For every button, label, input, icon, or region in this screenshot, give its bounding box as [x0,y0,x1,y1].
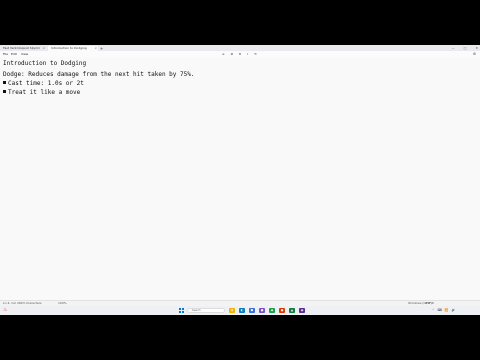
desktop-screen: Fast Ventriloquist Skyrim × Introduction… [0,45,480,315]
start-windows-icon[interactable] [179,308,184,313]
undo-icon[interactable]: ⟲ [254,51,257,57]
heading-icon[interactable]: ≣ [231,51,234,57]
menu-file[interactable]: File [3,51,8,57]
edge-icon[interactable]: ◐ [239,308,245,313]
document-body-line: Dodge: Reduces damage from the next hit … [3,71,195,78]
system-tray: ⌃ ⌨ 📶 🔊 [432,307,455,314]
bullet-dot-icon [3,90,6,93]
menu-edit[interactable]: Edit [11,51,17,57]
tray-overflow-icon[interactable]: ⌃ [432,307,435,314]
menu-bar: File Edit View ≡ ≣ B I ⟲ ⚙ [0,51,480,57]
volume-icon[interactable]: 🔊 [452,307,456,314]
app-icon-6[interactable]: ● [279,308,285,313]
tab-label: Fast Ventriloquist Skyrim [3,46,41,50]
keyboard-icon[interactable]: ⌨ [438,307,442,314]
app-icon-5[interactable]: ◆ [269,308,275,313]
taskbar-apps: ▮ ◐ ◼ ● ◆ ● ▲ ◉ [229,308,305,313]
bullet-text: Cast time: 1.0s or 2t [8,80,84,87]
list-icon[interactable]: ≡ [222,51,225,57]
bullet-text: Treat it like a move [8,89,81,96]
taskbar: ♨ Search ▮ ◐ ◼ ● ◆ ● ▲ ◉ ⌃ ⌨ 📶 🔊 [0,306,480,315]
italic-icon[interactable]: I [247,51,248,57]
format-toolbar: ≡ ≣ B I ⟲ [222,51,257,57]
bullet-dot-icon [3,81,6,84]
tab-label: Introduction to Dodging [51,46,87,50]
settings-gear-icon[interactable]: ⚙ [473,51,476,57]
bold-icon[interactable]: B [239,51,241,57]
weather-icon[interactable]: ♨ [3,307,7,314]
file-explorer-icon[interactable]: ▮ [229,308,235,313]
document-title-line: Introduction to Dodging [3,60,87,67]
bullet-item: Cast time: 1.0s or 2t [3,80,84,88]
wifi-icon[interactable]: 📶 [445,307,449,314]
app-icon-8[interactable]: ◉ [299,308,305,313]
bullet-item: Treat it like a move [3,89,80,97]
app-icon-4[interactable]: ● [259,308,265,313]
app-icon-7[interactable]: ▲ [289,308,295,313]
menu-view[interactable]: View [21,51,28,57]
store-icon[interactable]: ◼ [249,308,255,313]
taskbar-search-input[interactable]: Search [187,308,225,313]
